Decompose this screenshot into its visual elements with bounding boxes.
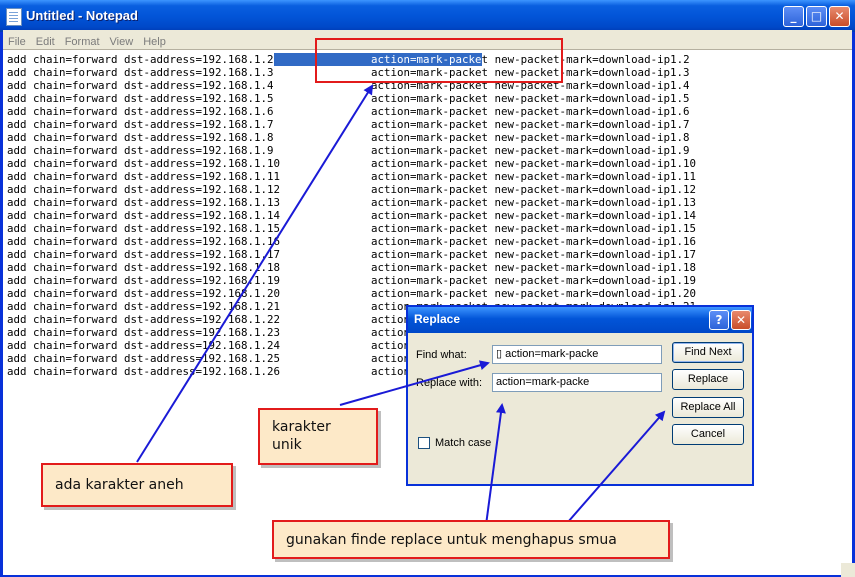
arrow-to-replace-all <box>567 410 666 523</box>
arrow-strange-char <box>136 84 374 463</box>
arrow-unique-char <box>339 360 490 406</box>
arrow-to-replace-field <box>485 403 506 526</box>
note-unique-character: karakter unik <box>258 408 378 465</box>
note-strange-character: ada karakter aneh <box>41 463 233 507</box>
note-use-find-replace: gunakan finde replace untuk menghapus sm… <box>272 520 670 559</box>
